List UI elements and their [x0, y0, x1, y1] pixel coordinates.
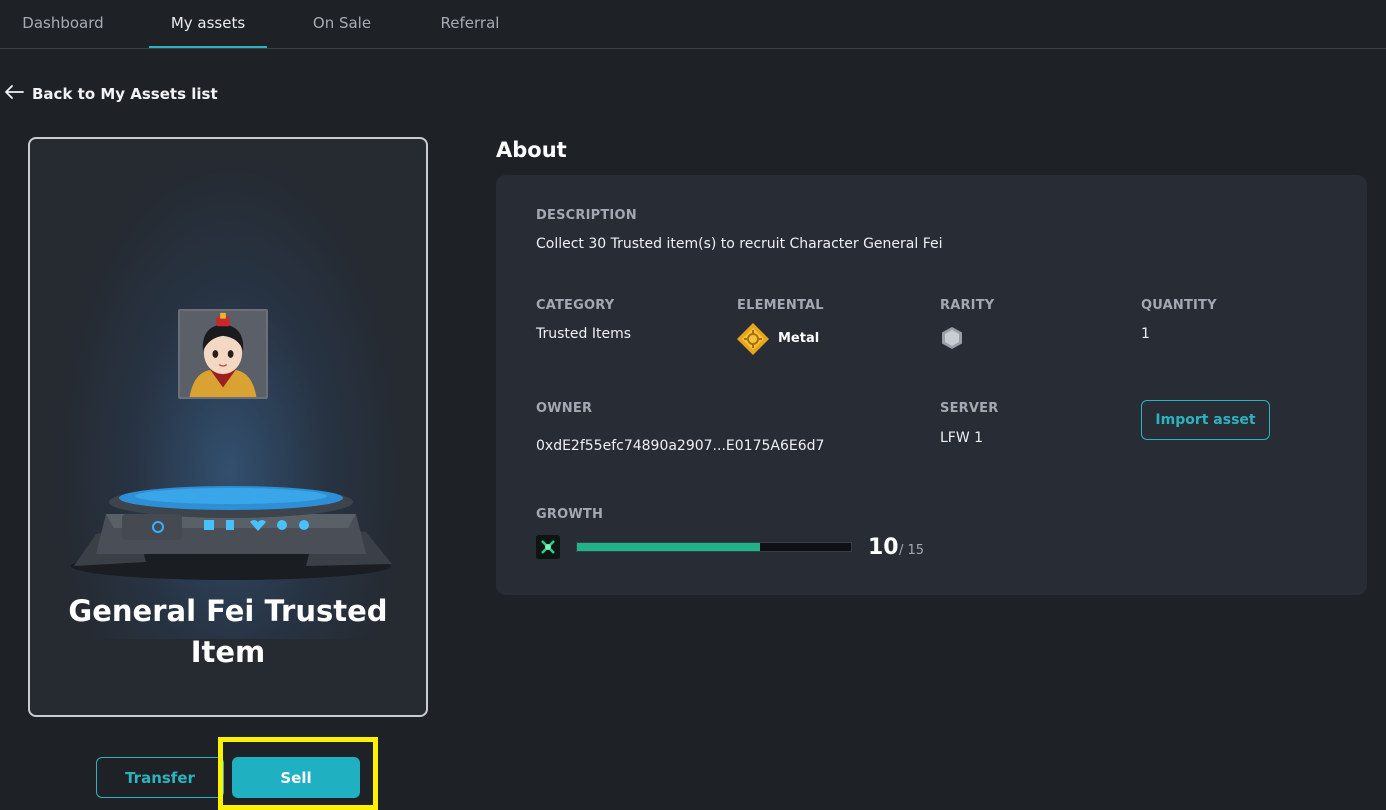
growth-label: GROWTH — [536, 507, 604, 522]
back-link-label: Back to My Assets list — [32, 85, 218, 103]
category-value: Trusted Items — [536, 326, 632, 342]
arrow-left-icon — [4, 84, 24, 104]
back-to-assets-link[interactable]: Back to My Assets list — [4, 80, 218, 108]
elemental-label: ELEMENTAL — [737, 298, 824, 313]
rarity-hexagon-icon — [942, 327, 962, 349]
description-value: Collect 30 Trusted item(s) to recruit Ch… — [536, 236, 943, 252]
metal-element-icon — [737, 323, 769, 355]
sell-button[interactable]: Sell — [232, 757, 360, 798]
tab-on-sale[interactable]: On Sale — [296, 0, 388, 48]
growth-current: 10 — [868, 535, 899, 560]
tab-my-assets[interactable]: My assets — [149, 0, 267, 48]
growth-progress-bar — [576, 542, 852, 552]
asset-title: General Fei Trusted Item — [68, 594, 388, 669]
tab-dashboard[interactable]: Dashboard — [0, 0, 126, 48]
owner-label: OWNER — [536, 401, 593, 416]
general-fei-portrait-icon — [178, 309, 268, 399]
owner-value: 0xdE2f55efc74890a2907...E0175A6E6d7 — [536, 438, 825, 454]
growth-progress-fill — [577, 543, 760, 551]
asset-card: General Fei Trusted Item — [28, 137, 428, 717]
import-asset-button[interactable]: Import asset — [1141, 400, 1270, 440]
category-label: CATEGORY — [536, 298, 615, 313]
server-value: LFW 1 — [940, 430, 984, 446]
quantity-label: QUANTITY — [1141, 298, 1217, 313]
transfer-button[interactable]: Transfer — [96, 757, 224, 798]
about-title: About — [496, 138, 567, 162]
top-nav: Dashboard My assets On Sale Referral — [0, 0, 1386, 49]
quantity-value: 1 — [1141, 326, 1150, 342]
tab-referral[interactable]: Referral — [420, 0, 520, 48]
rarity-label: RARITY — [940, 298, 995, 313]
growth-max: / 15 — [899, 543, 925, 558]
about-panel: DESCRIPTION Collect 30 Trusted item(s) t… — [496, 175, 1367, 595]
server-label: SERVER — [940, 401, 999, 416]
description-label: DESCRIPTION — [536, 208, 637, 223]
elemental-value: Metal — [778, 331, 820, 346]
pedestal-image — [71, 486, 392, 580]
growth-icon — [536, 535, 560, 559]
